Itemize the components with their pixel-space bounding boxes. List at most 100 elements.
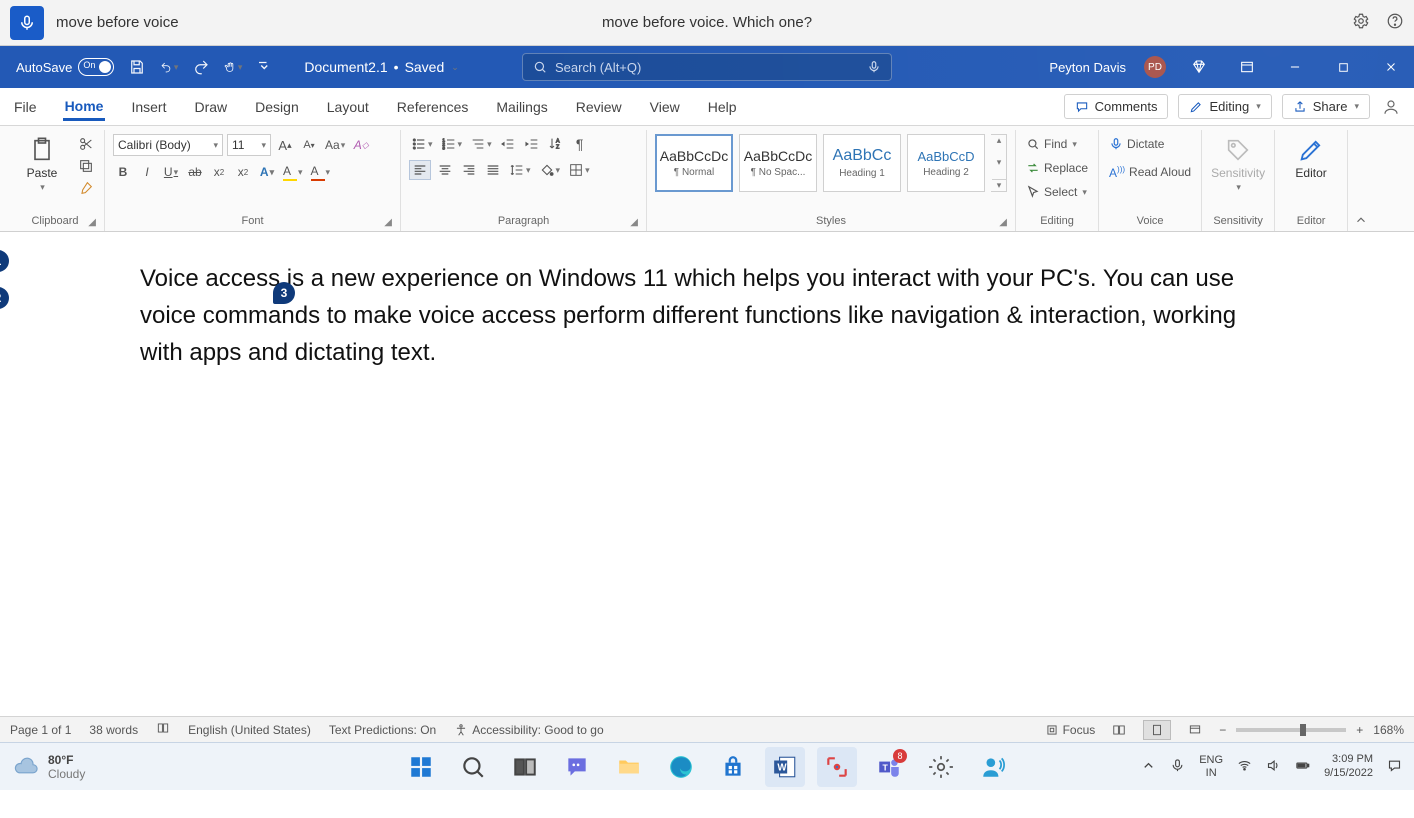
search-box[interactable]: Search (Alt+Q) <box>522 53 892 81</box>
window-layout-button[interactable] <box>1232 52 1262 82</box>
tab-references[interactable]: References <box>395 93 471 121</box>
superscript-button[interactable]: x2 <box>233 162 253 182</box>
select-button[interactable]: Select▾ <box>1024 182 1089 202</box>
voice-access-taskbar-button[interactable] <box>973 747 1013 787</box>
decrease-indent-button[interactable] <box>498 134 518 154</box>
shading-button[interactable]: ▾ <box>537 160 563 180</box>
copy-button[interactable] <box>76 156 96 176</box>
tab-file[interactable]: File <box>12 93 39 121</box>
zoom-slider[interactable] <box>1236 728 1346 732</box>
editor-button[interactable]: Editor <box>1283 134 1339 180</box>
save-button[interactable] <box>128 58 146 76</box>
document-area[interactable]: 1 2 3 Voice access is a new experience o… <box>0 232 1414 716</box>
chat-button[interactable] <box>557 747 597 787</box>
tab-layout[interactable]: Layout <box>325 93 371 121</box>
font-size-combo[interactable]: 11▾ <box>227 134 271 156</box>
tray-clock[interactable]: 3:09 PM9/15/2022 <box>1324 753 1373 779</box>
dialog-launcher[interactable]: ◢ <box>88 217 96 228</box>
voice-settings-button[interactable] <box>1352 12 1370 33</box>
chevron-down-icon[interactable]: ▾ <box>992 157 1006 168</box>
tab-help[interactable]: Help <box>706 93 739 121</box>
tab-home[interactable]: Home <box>63 92 106 121</box>
subscript-button[interactable]: x2 <box>209 162 229 182</box>
settings-button[interactable] <box>921 747 961 787</box>
font-name-combo[interactable]: Calibri (Body)▾ <box>113 134 223 156</box>
zoom-in-button[interactable]: + <box>1356 723 1363 737</box>
tab-mailings[interactable]: Mailings <box>494 93 549 121</box>
tray-notifications[interactable] <box>1387 758 1402 776</box>
status-spellcheck[interactable] <box>156 721 170 738</box>
editing-mode-button[interactable]: Editing▾ <box>1178 94 1271 119</box>
find-button[interactable]: Find▾ <box>1024 134 1079 154</box>
voice-help-button[interactable] <box>1386 12 1404 33</box>
style-heading-1[interactable]: AaBbCcHeading 1 <box>823 134 901 192</box>
file-explorer-button[interactable] <box>609 747 649 787</box>
sort-button[interactable]: AZ <box>546 134 566 154</box>
tab-draw[interactable]: Draw <box>192 93 229 121</box>
styles-gallery-scroll[interactable]: ▴ ▾ ▾ <box>991 134 1007 192</box>
style-no-spacing[interactable]: AaBbCcDc¶ No Spac... <box>739 134 817 192</box>
strikethrough-button[interactable]: ab <box>185 162 205 182</box>
autosave-toggle[interactable]: AutoSave On <box>16 58 114 76</box>
tray-overflow-button[interactable] <box>1141 758 1156 776</box>
search-button[interactable] <box>453 747 493 787</box>
align-center-button[interactable] <box>435 160 455 180</box>
change-case-button[interactable]: Aa▾ <box>323 135 347 155</box>
zoom-out-button[interactable]: − <box>1219 723 1226 737</box>
comments-button[interactable]: Comments <box>1064 94 1169 119</box>
tray-wifi[interactable] <box>1237 758 1252 776</box>
show-marks-button[interactable]: ¶ <box>570 134 590 154</box>
task-view-button[interactable] <box>505 747 545 787</box>
clear-formatting-button[interactable]: A◇ <box>351 135 371 155</box>
disambiguation-badge-3[interactable]: 3 <box>273 282 295 304</box>
undo-button[interactable]: ▾ <box>160 58 178 76</box>
underline-button[interactable]: U▾ <box>161 162 181 182</box>
edge-button[interactable] <box>661 747 701 787</box>
collapse-ribbon-button[interactable] <box>1348 130 1374 231</box>
dictate-button[interactable]: Dictate <box>1107 134 1166 154</box>
disambiguation-badge-2[interactable]: 2 <box>0 287 9 309</box>
store-button[interactable] <box>713 747 753 787</box>
bold-button[interactable]: B <box>113 162 133 182</box>
status-predictions[interactable]: Text Predictions: On <box>329 723 436 737</box>
text-effects-button[interactable]: A▾ <box>257 162 277 182</box>
status-accessibility[interactable]: Accessibility: Good to go <box>454 723 603 737</box>
borders-button[interactable]: ▾ <box>566 160 592 180</box>
justify-button[interactable] <box>483 160 503 180</box>
align-right-button[interactable] <box>459 160 479 180</box>
teams-button[interactable]: T8 <box>869 747 909 787</box>
bullets-button[interactable]: ▾ <box>409 134 435 154</box>
line-spacing-button[interactable]: ▾ <box>507 160 533 180</box>
dialog-launcher[interactable]: ◢ <box>384 217 392 228</box>
tab-view[interactable]: View <box>648 93 682 121</box>
chevron-up-icon[interactable]: ▴ <box>992 135 1006 146</box>
close-button[interactable] <box>1376 52 1406 82</box>
minimize-button[interactable] <box>1280 52 1310 82</box>
toggle-switch[interactable]: On <box>78 58 114 76</box>
user-avatar[interactable]: PD <box>1144 56 1166 78</box>
decrease-font-button[interactable]: A▾ <box>299 135 319 155</box>
tray-battery[interactable] <box>1295 758 1310 776</box>
premium-button[interactable] <box>1184 52 1214 82</box>
qat-customize-button[interactable] <box>256 58 274 76</box>
increase-font-button[interactable]: A▴ <box>275 135 295 155</box>
snipping-tool-button[interactable] <box>817 747 857 787</box>
disambiguation-badge-1[interactable]: 1 <box>0 250 9 272</box>
document-title[interactable]: Document2.1 • Saved ⌄ <box>304 59 458 75</box>
zoom-level[interactable]: 168% <box>1373 723 1404 737</box>
weather-widget[interactable]: 80°F Cloudy <box>12 753 85 781</box>
numbering-button[interactable]: 123▾ <box>439 134 465 154</box>
tab-review[interactable]: Review <box>574 93 624 121</box>
tray-mic-button[interactable] <box>1170 758 1185 776</box>
style-heading-2[interactable]: AaBbCcDHeading 2 <box>907 134 985 192</box>
dialog-launcher[interactable]: ◢ <box>630 217 638 228</box>
multilevel-list-button[interactable]: ▾ <box>468 134 494 154</box>
tray-volume[interactable] <box>1266 758 1281 776</box>
voice-mic-button[interactable] <box>10 6 44 40</box>
format-painter-button[interactable] <box>76 178 96 198</box>
focus-mode-button[interactable]: Focus <box>1045 723 1096 737</box>
cut-button[interactable] <box>76 134 96 154</box>
increase-indent-button[interactable] <box>522 134 542 154</box>
tray-language[interactable]: ENGIN <box>1199 754 1223 778</box>
user-name[interactable]: Peyton Davis <box>1049 60 1126 75</box>
